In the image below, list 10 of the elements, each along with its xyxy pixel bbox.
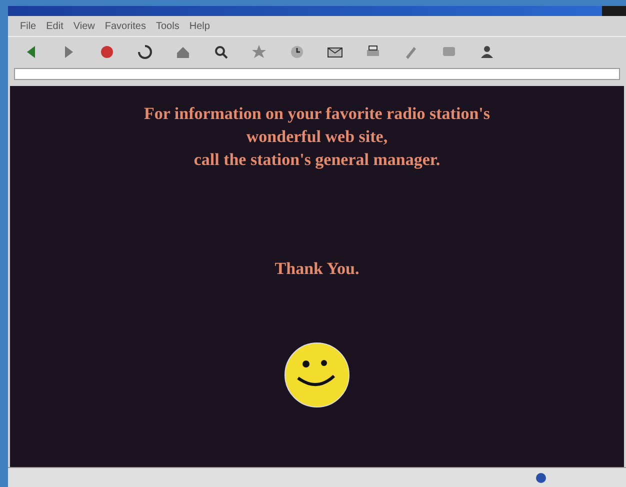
menu-item[interactable]: Help — [189, 18, 210, 34]
menu-item[interactable]: Edit — [46, 18, 64, 34]
smiley-icon — [284, 342, 350, 408]
message-text: For information on your favorite radio station's wonderful web site, call the station's general manager. — [144, 103, 490, 171]
address-field[interactable] — [14, 68, 620, 80]
thank-you-text: Thank You. — [274, 258, 360, 280]
menu-item[interactable]: Favorites — [104, 18, 146, 34]
menu-item[interactable]: Tools — [156, 18, 180, 34]
menu-item[interactable]: View — [73, 18, 95, 34]
menu-item[interactable]: File — [20, 18, 36, 34]
